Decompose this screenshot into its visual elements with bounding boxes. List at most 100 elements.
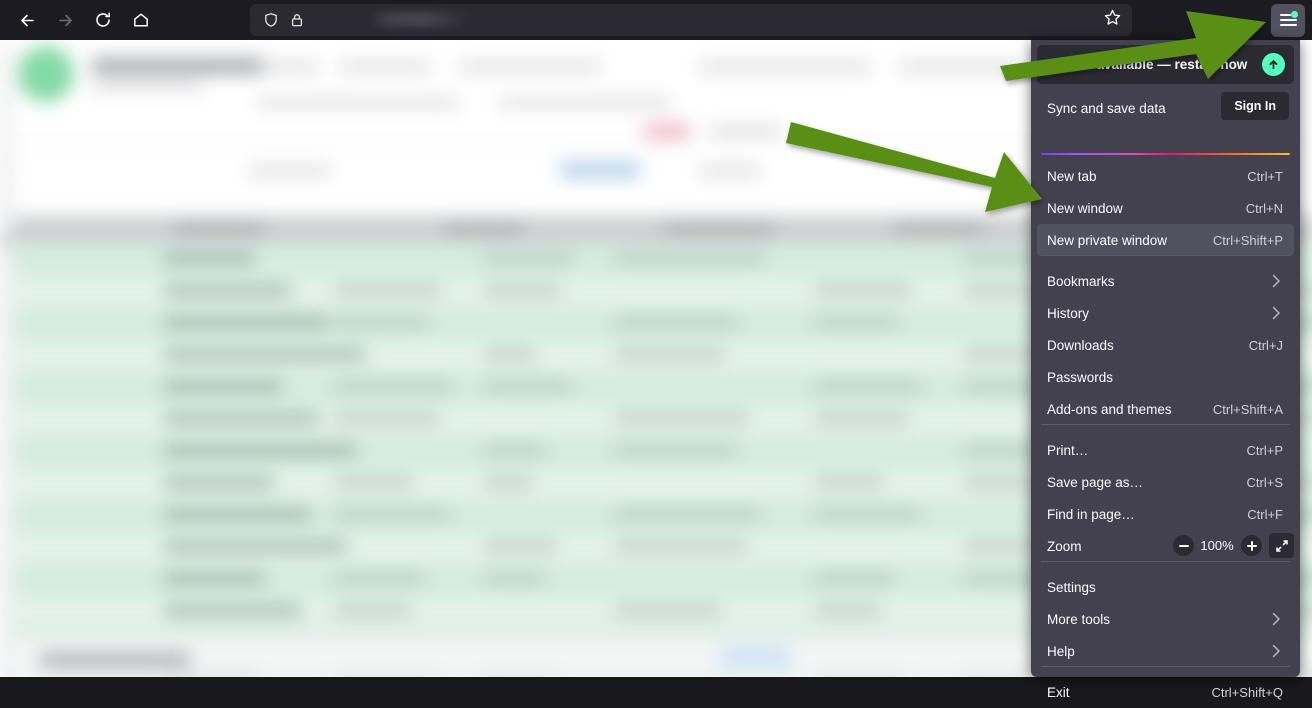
menu-item-label: New tab xyxy=(1047,168,1097,184)
back-button[interactable] xyxy=(10,3,44,37)
menu-item-label: History xyxy=(1047,305,1090,321)
menu-item-shortcut: Ctrl+J xyxy=(1248,337,1283,353)
menu-item-print[interactable]: Print… Ctrl+P xyxy=(1037,434,1294,466)
menu-item-downloads[interactable]: Downloads Ctrl+J xyxy=(1037,329,1294,361)
menu-item-label: More tools xyxy=(1047,611,1111,627)
chevron-right-icon xyxy=(1272,644,1281,658)
table-cell xyxy=(164,381,282,392)
sync-and-save-row[interactable]: Sync and save data Sign In xyxy=(1031,88,1300,128)
table-cell xyxy=(484,381,572,392)
update-available-dot xyxy=(1290,11,1298,18)
update-banner-label: Update available — restart now xyxy=(1047,57,1248,72)
arrow-up-circle-icon[interactable] xyxy=(1262,53,1285,76)
page-rail-tick xyxy=(0,582,12,584)
star-outline-icon xyxy=(1103,8,1122,32)
zoom-row: Zoom 100% xyxy=(1037,530,1294,562)
menu-item-find-in-page[interactable]: Find in page… Ctrl+F xyxy=(1037,498,1294,530)
update-available-banner[interactable]: Update available — restart now xyxy=(1037,45,1294,84)
menu-item-exit[interactable]: Exit Ctrl+Shift+Q xyxy=(1037,676,1294,708)
page-rail-tick xyxy=(0,329,12,331)
table-cell xyxy=(484,445,546,456)
table-cell xyxy=(164,413,319,424)
expand-diagonal-icon[interactable] xyxy=(1269,533,1294,558)
zoom-label: Zoom xyxy=(1047,538,1082,554)
page-rail-tick-active xyxy=(0,235,11,244)
table-cell xyxy=(814,573,894,584)
table-cell xyxy=(614,509,760,520)
table-cell xyxy=(334,477,413,488)
table-cell xyxy=(484,253,574,264)
page-rail-tick xyxy=(0,375,12,377)
table-cell xyxy=(614,413,749,424)
page-rail-tick xyxy=(0,651,12,653)
menu-item-new-window[interactable]: New window Ctrl+N xyxy=(1037,192,1294,224)
menu-item-shortcut: Ctrl+Shift+P xyxy=(1212,232,1283,248)
menu-item-add-ons-and-themes[interactable]: Add-ons and themes Ctrl+Shift+A xyxy=(1037,393,1294,425)
table-cell xyxy=(484,349,535,360)
table-cell xyxy=(164,253,254,264)
table-cell xyxy=(614,605,721,616)
forward-button[interactable] xyxy=(48,3,82,37)
menu-item-shortcut: Ctrl+T xyxy=(1247,168,1283,184)
page-rail-tick xyxy=(0,191,12,193)
reload-button[interactable] xyxy=(86,3,120,37)
menu-item-label: Exit xyxy=(1047,684,1070,700)
table-cell xyxy=(484,477,533,488)
menu-separator xyxy=(1041,255,1290,256)
menu-item-new-tab[interactable]: New tab Ctrl+T xyxy=(1037,160,1294,192)
hamburger-menu-icon xyxy=(1279,11,1298,27)
menu-item-shortcut: Ctrl+P xyxy=(1246,442,1283,458)
table-cell xyxy=(814,477,883,488)
menu-item-help[interactable]: Help xyxy=(1037,635,1294,667)
page-rail-tick xyxy=(0,536,12,538)
browser-toolbar xyxy=(0,0,1312,40)
menu-item-history[interactable]: History xyxy=(1037,297,1294,329)
table-cell xyxy=(484,541,557,552)
minus-circle-icon[interactable] xyxy=(1173,535,1194,556)
table-cell xyxy=(164,477,273,488)
arrow-right-icon xyxy=(56,11,75,30)
menu-item-label: Bookmarks xyxy=(1047,273,1115,289)
home-icon xyxy=(132,11,150,29)
menu-separator xyxy=(1041,666,1290,667)
menu-item-shortcut: Ctrl+N xyxy=(1245,200,1283,216)
menu-item-new-private-window[interactable]: New private window Ctrl+Shift+P xyxy=(1037,224,1294,256)
shield-icon[interactable] xyxy=(258,4,284,36)
menu-item-label: Print… xyxy=(1047,442,1089,458)
sign-in-button[interactable]: Sign In xyxy=(1221,92,1289,120)
plus-circle-icon[interactable] xyxy=(1241,535,1262,556)
app-menu-button[interactable] xyxy=(1271,4,1305,37)
menu-item-bookmarks[interactable]: Bookmarks xyxy=(1037,265,1294,297)
table-cell xyxy=(814,509,920,520)
reload-icon xyxy=(94,11,112,29)
table-cell xyxy=(814,381,922,392)
table-cell xyxy=(484,573,544,584)
table-cell xyxy=(814,285,911,296)
page-rail-tick xyxy=(0,306,12,308)
home-button[interactable] xyxy=(124,3,158,37)
page-left-rail xyxy=(0,40,14,677)
table-cell xyxy=(614,445,736,456)
page-rail-tick xyxy=(0,628,12,630)
table-cell xyxy=(334,285,441,296)
table-cell xyxy=(164,285,291,296)
menu-item-save-page-as[interactable]: Save page as… Ctrl+S xyxy=(1037,466,1294,498)
url-bar[interactable] xyxy=(250,4,1132,36)
bookmark-star-button[interactable] xyxy=(1096,4,1128,36)
padlock-icon[interactable] xyxy=(284,4,310,36)
menu-item-settings[interactable]: Settings xyxy=(1037,571,1294,603)
page-rail-tick xyxy=(0,398,12,400)
menu-item-label: New window xyxy=(1047,200,1123,216)
page-rail-tick xyxy=(0,168,12,170)
table-cell xyxy=(814,413,909,424)
table-cell xyxy=(814,317,898,328)
menu-separator xyxy=(1041,424,1290,425)
menu-item-more-tools[interactable]: More tools xyxy=(1037,603,1294,635)
menu-item-label: Help xyxy=(1047,643,1075,659)
menu-item-passwords[interactable]: Passwords xyxy=(1037,361,1294,393)
app-menu-panel: Update available — restart now Sync and … xyxy=(1031,40,1300,700)
table-cell xyxy=(614,541,747,552)
zoom-level-value: 100% xyxy=(1200,538,1234,553)
table-cell xyxy=(614,253,764,264)
table-cell xyxy=(334,573,424,584)
